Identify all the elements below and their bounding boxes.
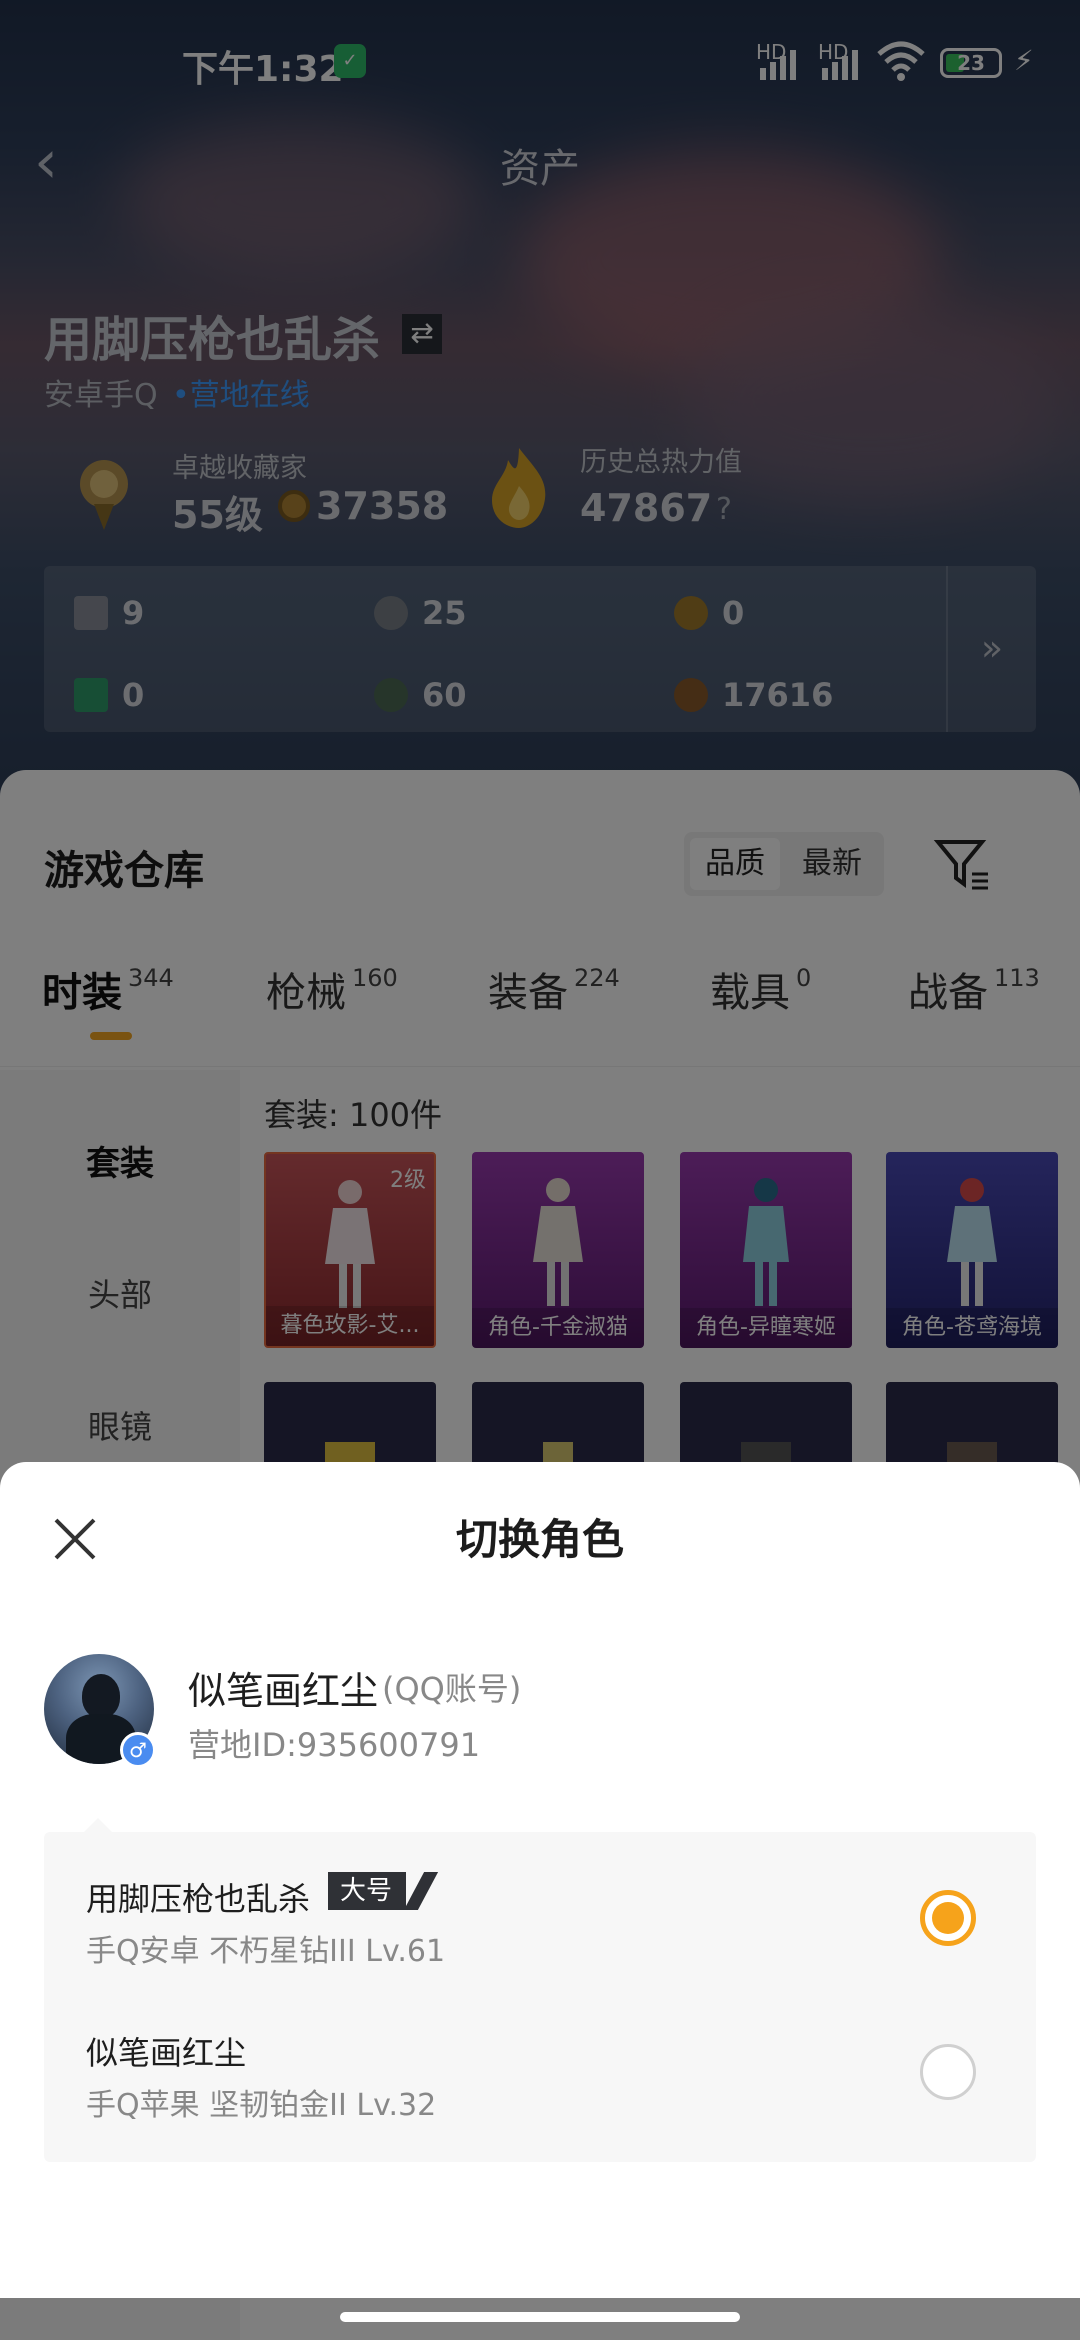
account-type: (QQ账号) <box>382 1670 522 1708</box>
pointer-arrow <box>84 1818 112 1832</box>
main-account-badge: 大号 <box>328 1872 407 1910</box>
modal-title: 切换角色 <box>455 1515 624 1564</box>
role-name: 似笔画红尘 <box>86 2034 247 2072</box>
role-name: 用脚压枪也乱杀 <box>86 1880 311 1918</box>
app-screen: 下午1:32 ✓ HD HD 23 ⚡ ‹ 资产 用脚压枪也乱杀 ⇄ 安卓手Q … <box>0 0 1080 2340</box>
account-name: 似笔画红尘 <box>188 1669 379 1713</box>
switch-role-modal: 切换角色 ♂ 似笔画红尘 (QQ账号) 营地ID:935600791 用脚压枪也… <box>0 1462 1080 2298</box>
role-info: 手Q苹果 坚韧铂金II Lv.32 <box>86 2088 437 2123</box>
role-radio-selected[interactable] <box>920 1890 976 1946</box>
account-id: 营地ID:935600791 <box>188 1726 481 1764</box>
role-list: 用脚压枪也乱杀 大号 手Q安卓 不朽星钻III Lv.61 似笔画红尘 手Q苹果… <box>44 1832 1036 2162</box>
role-info: 手Q安卓 不朽星钻III Lv.61 <box>86 1934 446 1969</box>
role-item[interactable]: 似笔画红尘 手Q苹果 坚韧铂金II Lv.32 <box>44 1992 1036 2142</box>
home-indicator[interactable] <box>340 2312 740 2322</box>
male-icon: ♂ <box>120 1732 156 1768</box>
role-radio[interactable] <box>920 2044 976 2100</box>
role-item[interactable]: 用脚压枪也乱杀 大号 手Q安卓 不朽星钻III Lv.61 <box>44 1832 1036 1982</box>
